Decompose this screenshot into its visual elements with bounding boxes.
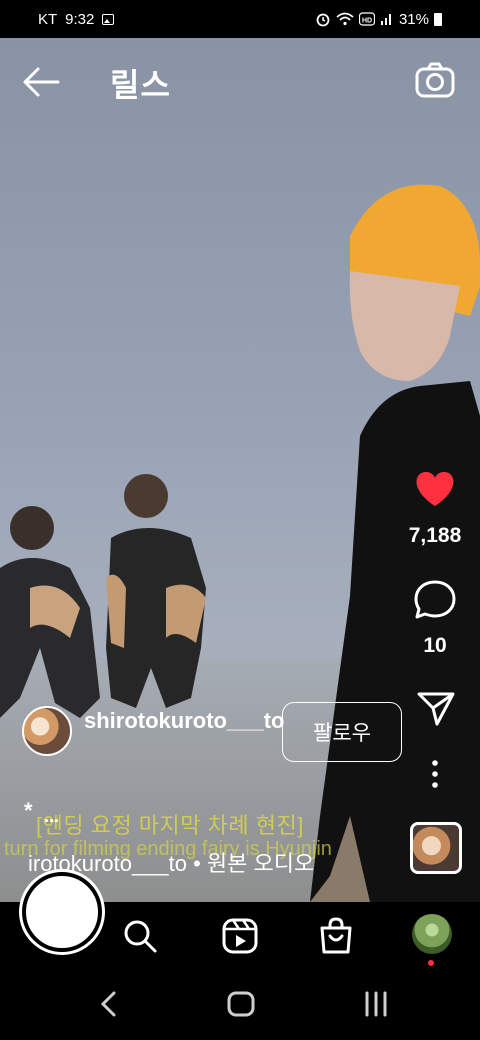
carrier-label: KT <box>38 10 58 28</box>
caption-text[interactable]: * <box>24 798 33 824</box>
like-count: 7,188 <box>408 524 462 547</box>
clock: 9:32 <box>65 10 95 28</box>
profile-avatar[interactable] <box>412 914 452 954</box>
gallery-icon <box>102 13 115 25</box>
battery-icon <box>434 12 442 26</box>
battery-percent: 31% <box>398 10 429 28</box>
search-icon[interactable] <box>120 916 160 956</box>
comment-count: 10 <box>423 634 447 657</box>
hd-icon: HD <box>358 12 375 26</box>
svg-text:HD: HD <box>362 18 372 25</box>
signal-icon <box>380 14 391 25</box>
caption-more[interactable]: ... <box>44 806 59 827</box>
arrow-left-icon[interactable] <box>18 62 64 102</box>
audio-thumbnail[interactable] <box>410 822 462 874</box>
back-icon[interactable] <box>96 990 120 1018</box>
status-bar: KT 9:32 HD 31% <box>0 0 480 38</box>
author-row: shirotokuroto___to 팔로우 <box>22 702 422 770</box>
page-title: 릴스 <box>110 67 171 103</box>
video-subtitle-korean: [엔딩 요정 마지막 차례 현진] <box>36 813 304 838</box>
background-person-middle <box>106 474 206 708</box>
home-icon[interactable] <box>22 872 102 952</box>
follow-button[interactable]: 팔로우 <box>282 702 402 762</box>
author-avatar[interactable] <box>22 706 72 756</box>
shop-icon[interactable] <box>316 916 356 956</box>
recents-icon[interactable] <box>362 990 390 1018</box>
reels-icon[interactable] <box>220 916 260 956</box>
wifi-icon <box>336 12 354 26</box>
heart-icon[interactable] <box>400 468 470 510</box>
camera-icon[interactable] <box>414 60 456 100</box>
alarm-icon <box>316 13 330 27</box>
author-name[interactable]: shirotokuroto___to <box>84 706 284 736</box>
reels-header: 릴스 <box>0 38 480 124</box>
comment-icon[interactable] <box>400 578 470 620</box>
notification-dot <box>428 960 434 966</box>
background-person-left <box>0 506 100 718</box>
system-nav-bar <box>0 968 480 1040</box>
home-button-icon[interactable] <box>226 990 256 1018</box>
